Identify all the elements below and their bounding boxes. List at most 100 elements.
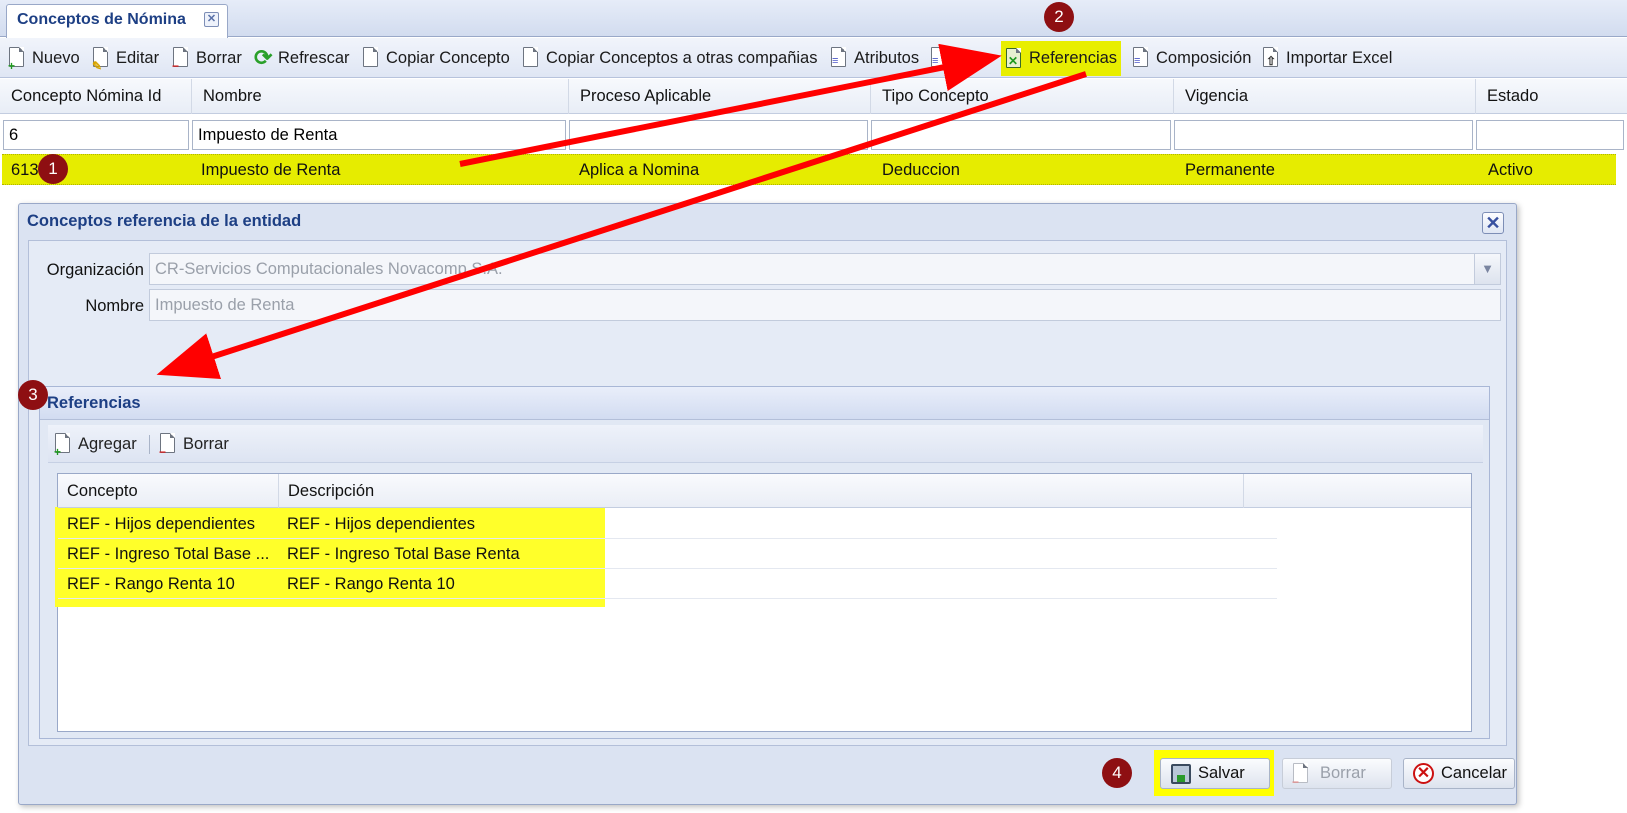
borrar-referencia-button[interactable]: − Borrar [159, 425, 229, 463]
cell-concepto: REF - Ingreso Total Base ... [67, 545, 270, 563]
column-header-concepto[interactable]: Concepto [58, 474, 279, 508]
cell-tipo: Deduccion [882, 161, 960, 179]
refrescar-button[interactable]: ⟳ Refrescar [254, 38, 350, 78]
new-document-icon: + [8, 47, 27, 72]
table-row[interactable]: 613 Impuesto de Renta Aplica a Nomina De… [2, 154, 1616, 185]
filter-nombre-input[interactable] [192, 120, 566, 150]
delete-document-icon: − [1292, 762, 1314, 788]
annotation-marker-2: 2 [1044, 2, 1074, 32]
grid-header: Concepto Nómina Id Nombre Proceso Aplica… [0, 79, 1627, 114]
organizacion-combo[interactable]: CR-Servicios Computacionales Novacomp S.… [149, 253, 1501, 285]
filter-estado-input[interactable] [1476, 120, 1624, 150]
tab-title: Conceptos de Nómina [17, 11, 186, 28]
column-header-id[interactable]: Concepto Nómina Id [0, 79, 192, 114]
list-document-icon: ≡ [930, 47, 949, 69]
borrar-button[interactable]: − Borrar [172, 38, 242, 78]
organizacion-label: Organización [46, 261, 144, 279]
copy-document-icon [522, 47, 541, 69]
filter-row [0, 115, 1627, 153]
cell-estado: Activo [1488, 161, 1533, 179]
editar-button[interactable]: ✎ Editar [92, 38, 159, 78]
cell-concepto: REF - Hijos dependientes [67, 515, 256, 533]
annotation-marker-1: 1 [38, 154, 68, 184]
column-header-proceso[interactable]: Proceso Aplicable [569, 79, 871, 114]
referencias-panel-header: Referencias [40, 387, 1489, 420]
filter-proceso-input[interactable] [569, 120, 868, 150]
delete-document-icon: − [172, 47, 191, 72]
referencias-grid: Concepto Descripción REF - Hijos dependi… [55, 473, 1472, 732]
tab-strip: Conceptos de Nómina ✕ [0, 0, 1627, 38]
filter-vigencia-input[interactable] [1174, 120, 1473, 150]
main-toolbar: + Nuevo ✎ Editar − Borrar ⟳ Refrescar Co… [0, 38, 1627, 78]
cancelar-label: Cancelar [1441, 764, 1508, 782]
annotation-marker-3: 3 [18, 380, 48, 410]
dialog-title-text: Conceptos referencia de la entidad [27, 212, 302, 230]
nombre-field[interactable] [149, 289, 1501, 321]
referencias-dialog: Conceptos referencia de la entidad ✕ Org… [18, 203, 1517, 805]
composicion-label: Composición [1156, 48, 1252, 67]
atributos-label: Atributos [854, 48, 920, 67]
borrar-dialog-label: Borrar [1320, 764, 1366, 782]
cell-vigencia: Permanente [1185, 161, 1275, 179]
upload-document-icon: ⇧ [1262, 47, 1281, 69]
list-item[interactable]: REF - Hijos dependientes REF - Hijos dep… [58, 509, 1277, 539]
column-header-descripcion[interactable]: Descripción [279, 474, 1244, 508]
cell-nombre: Impuesto de Renta [201, 161, 341, 179]
copiar-conceptos-otras-label: Copiar Conceptos a otras compañias [546, 48, 818, 67]
cell-id: 613 [11, 161, 39, 179]
borrar-referencia-label: Borrar [183, 434, 229, 453]
agregar-label: Agregar [78, 434, 137, 453]
atributos-button[interactable]: ≡ Atributos [830, 38, 919, 78]
edit-document-icon: ✎ [92, 47, 111, 72]
column-header-nombre[interactable]: Nombre [192, 79, 569, 114]
new-document-icon: + [54, 433, 73, 458]
salvar-button[interactable]: Salvar [1160, 758, 1270, 789]
list-item[interactable]: REF - Rango Renta 10 REF - Rango Renta 1… [58, 569, 1277, 599]
editar-label: Editar [116, 48, 160, 67]
dialog-body: Organización CR-Servicios Computacionale… [28, 240, 1507, 746]
filter-id-input[interactable] [3, 120, 189, 150]
filter-tipo-input[interactable] [871, 120, 1171, 150]
salvar-label: Salvar [1198, 764, 1245, 782]
referencias-grid-header: Concepto Descripción [58, 474, 1471, 508]
cancelar-button[interactable]: ✕ Cancelar [1403, 758, 1515, 789]
organizacion-value: CR-Servicios Computacionales Novacomp S.… [155, 260, 503, 278]
refresh-icon: ⟳ [254, 45, 273, 70]
column-header-estado[interactable]: Estado [1476, 79, 1627, 114]
cell-concepto: REF - Rango Renta 10 [67, 575, 235, 593]
delete-document-icon: − [159, 433, 178, 458]
tab-conceptos-nomina[interactable]: Conceptos de Nómina ✕ [6, 4, 228, 38]
list-document-icon: ≡ [830, 47, 849, 69]
copiar-conceptos-otras-button[interactable]: Copiar Conceptos a otras compañias [522, 38, 817, 78]
cell-proceso: Aplica a Nomina [579, 161, 700, 179]
copiar-concepto-label: Copiar Concepto [386, 48, 510, 67]
list-item[interactable]: REF - Ingreso Total Base ... REF - Ingre… [58, 539, 1277, 569]
copy-document-icon [362, 47, 381, 69]
dialog-close-icon[interactable]: ✕ [1482, 212, 1504, 234]
references-icon: ✕ [1005, 47, 1024, 70]
tab-close-icon[interactable]: ✕ [204, 12, 219, 27]
cancel-icon: ✕ [1413, 762, 1435, 785]
nuevo-button[interactable]: + Nuevo [8, 38, 80, 78]
referencias-label: Referencias [1029, 49, 1118, 67]
referencias-toolbar: + Agregar − Borrar [48, 425, 1483, 463]
nombre-label: Nombre [85, 297, 144, 315]
agregar-button[interactable]: + Agregar [54, 425, 137, 463]
nuevo-label: Nuevo [32, 48, 80, 67]
borrar-dialog-button[interactable]: − Borrar [1282, 758, 1392, 789]
importar-excel-label: Importar Excel [1286, 48, 1393, 67]
dialog-title: Conceptos referencia de la entidad [19, 204, 1516, 240]
column-header-vigencia[interactable]: Vigencia [1174, 79, 1476, 114]
referencias-button[interactable]: ✕ Referencias [1001, 41, 1122, 76]
column-header-tipo[interactable]: Tipo Concepto [871, 79, 1174, 114]
chevron-down-icon[interactable]: ▼ [1474, 254, 1500, 284]
filtrar-button[interactable]: ≡ rfer [930, 38, 979, 78]
toolbar-separator [149, 435, 150, 454]
composicion-button[interactable]: ≡ Composición [1132, 38, 1251, 78]
importar-excel-button[interactable]: ⇧ Importar Excel [1262, 38, 1392, 78]
filtrar-label: rfer [954, 48, 979, 67]
annotation-marker-4: 4 [1102, 758, 1132, 788]
cell-descripcion: REF - Ingreso Total Base Renta [287, 545, 520, 563]
save-icon [1170, 763, 1192, 785]
copiar-concepto-button[interactable]: Copiar Concepto [362, 38, 510, 78]
